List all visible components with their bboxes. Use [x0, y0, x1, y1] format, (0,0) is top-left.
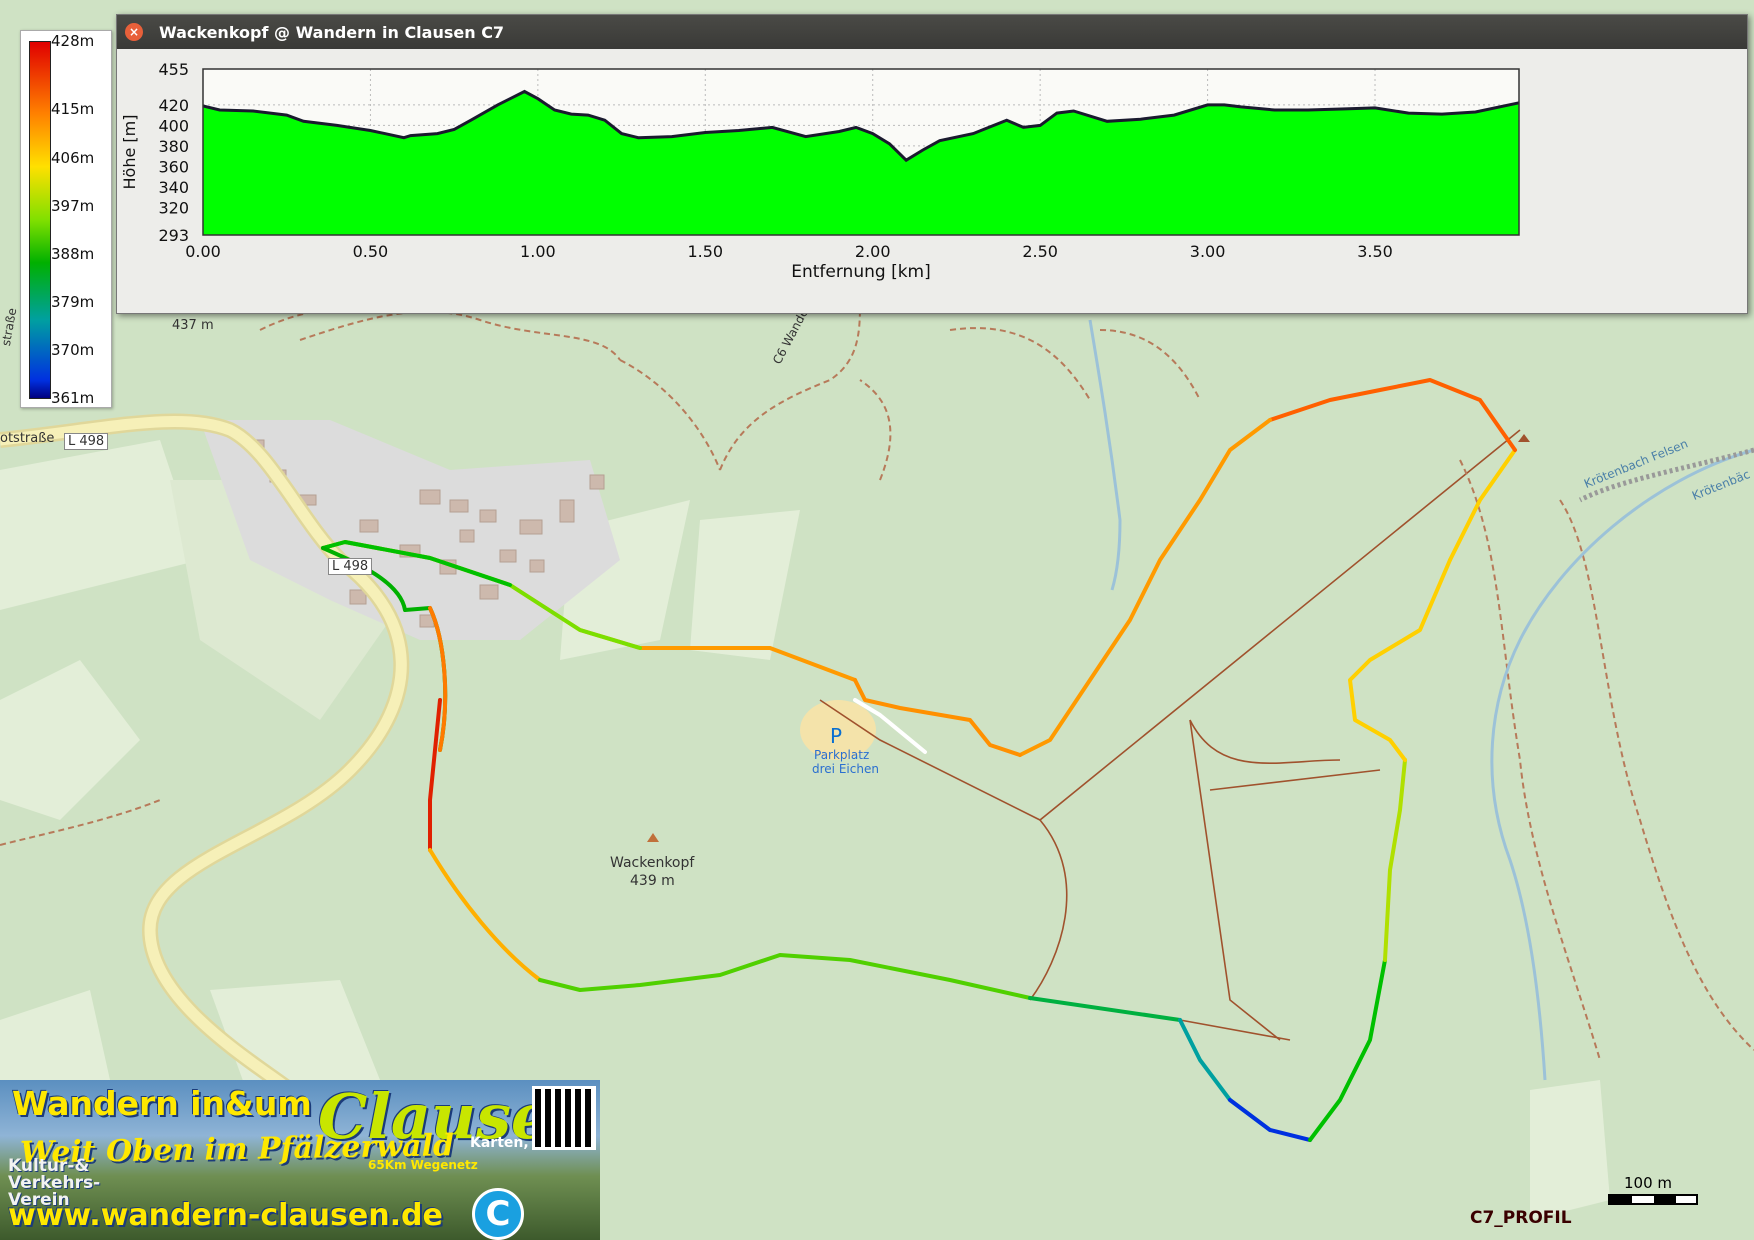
parking-label-1: Parkplatz: [814, 748, 870, 762]
x-tick-label: 1.00: [520, 242, 556, 261]
y-tick-label: 320: [158, 198, 189, 217]
peak-elevation-label: 439 m: [630, 873, 675, 889]
qr-code-icon[interactable]: [532, 1086, 596, 1150]
legend-tick: 379m: [51, 293, 95, 311]
elevation-color-legend: 428m 415m 406m 397m 388m 379m 370m 361m: [20, 30, 112, 408]
x-tick-label: 2.00: [855, 242, 891, 261]
legend-gradient: [29, 41, 51, 399]
x-axis-label: Entfernung [km]: [791, 262, 931, 282]
legend-tick: 415m: [51, 100, 95, 118]
map-scale-bar: 100 m: [1606, 1174, 1698, 1208]
y-tick-label: 400: [158, 116, 189, 135]
spot-height-label: 437 m: [172, 318, 214, 333]
profile-id-label: C7_PROFIL: [1470, 1208, 1572, 1228]
parking-symbol[interactable]: P: [830, 724, 842, 748]
street-label: otstraße: [0, 431, 55, 446]
scale-bar-graphic: [1608, 1194, 1698, 1205]
legend-tick: 428m: [51, 32, 95, 50]
window-title: Wackenkopf @ Wandern in Clausen C7: [159, 23, 505, 42]
close-icon[interactable]: ×: [125, 23, 143, 41]
legend-tick: 370m: [51, 341, 95, 359]
promo-banner[interactable]: Wandern in&um Clausen Weit Oben im Pfälz…: [0, 1080, 600, 1240]
peak-label: Wackenkopf: [610, 855, 695, 871]
y-tick-label: 455: [158, 60, 189, 79]
banner-headline: Wandern in&um: [12, 1084, 312, 1123]
window-titlebar[interactable]: × Wackenkopf @ Wandern in Clausen C7: [117, 15, 1747, 49]
y-axis-label: Höhe [m]: [120, 115, 139, 190]
y-tick-label: 360: [158, 157, 189, 176]
banner-network: 65Km Wegenetz: [368, 1158, 478, 1172]
banner-url[interactable]: www.wandern-clausen.de: [8, 1198, 443, 1233]
elevation-profile-chart: 0.00 0.50 1.00 1.50 2.00 2.50 3.00 3.50 455 4204…: [120, 60, 1520, 282]
legend-tick: 406m: [51, 149, 95, 167]
y-tick-label: 420: [158, 96, 189, 115]
y-axis-ticks: 455 420400 380360 340320 293: [158, 60, 189, 245]
x-tick-label: 3.50: [1357, 242, 1393, 261]
x-tick-label: 2.50: [1022, 242, 1058, 261]
clausen-logo-icon: C: [472, 1188, 524, 1240]
y-tick-label: 380: [158, 137, 189, 156]
x-axis-ticks: 0.00 0.50 1.00 1.50 2.00 2.50 3.00 3.50: [185, 242, 1393, 261]
meadow: [1530, 1080, 1610, 1220]
scale-label: 100 m: [1624, 1174, 1673, 1192]
x-tick-label: 0.50: [353, 242, 389, 261]
road-label-l498-2: L 498: [328, 558, 373, 575]
legend-tick: 388m: [51, 245, 95, 263]
y-tick-label: 340: [158, 178, 189, 197]
x-tick-label: 1.50: [687, 242, 723, 261]
legend-tick: 397m: [51, 197, 95, 215]
legend-tick: 361m: [51, 389, 95, 407]
road-label-l498: L 498: [64, 433, 109, 450]
y-tick-label: 293: [158, 226, 189, 245]
x-tick-label: 0.00: [185, 242, 221, 261]
parking-label-2: drei Eichen: [812, 762, 879, 776]
elevation-profile-window[interactable]: × Wackenkopf @ Wandern in Clausen C7 0.0…: [116, 14, 1748, 314]
x-tick-label: 3.00: [1190, 242, 1226, 261]
